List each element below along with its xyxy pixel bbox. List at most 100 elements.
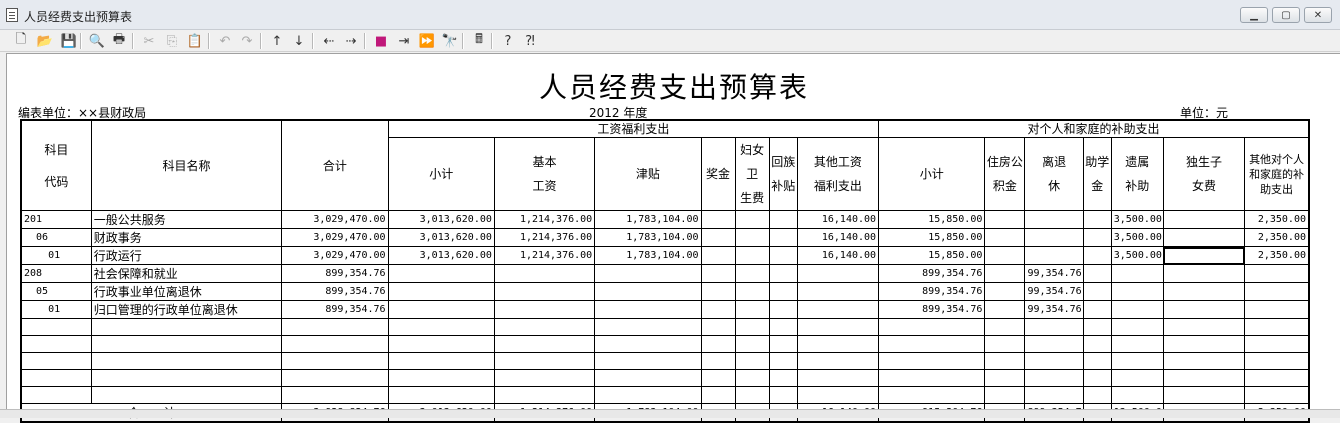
- cell-value[interactable]: [594, 282, 702, 301]
- cell-code[interactable]: 01: [20, 300, 92, 319]
- print-preview-icon[interactable]: 🔍: [88, 32, 106, 50]
- cell-value[interactable]: [700, 369, 736, 387]
- cell-value[interactable]: [768, 335, 798, 353]
- cell-value[interactable]: [1162, 335, 1246, 353]
- cell-value[interactable]: [984, 210, 1026, 229]
- cell-value[interactable]: [1162, 210, 1246, 229]
- cell-value[interactable]: [1162, 352, 1246, 370]
- cell-code[interactable]: 05: [20, 282, 92, 301]
- cell-value[interactable]: [1110, 352, 1164, 370]
- cell-value[interactable]: [1110, 264, 1164, 283]
- cell-value[interactable]: [700, 246, 736, 265]
- paste-icon[interactable]: 📋: [186, 32, 204, 50]
- cell-value[interactable]: [768, 210, 798, 229]
- cell-value[interactable]: [984, 352, 1026, 370]
- arrow-left-icon[interactable]: ⇠: [320, 32, 338, 50]
- cell-value[interactable]: [387, 335, 495, 353]
- cell-value[interactable]: 3,029,470.00: [281, 210, 389, 229]
- maximize-button[interactable]: ▢: [1272, 7, 1300, 23]
- cell-value[interactable]: 99,354.76: [1024, 264, 1084, 283]
- cell-value[interactable]: [984, 246, 1026, 265]
- arrow-down-icon[interactable]: ↓: [290, 32, 308, 50]
- cell-value[interactable]: [1024, 335, 1084, 353]
- cell-value[interactable]: 99,354.76: [1024, 300, 1084, 319]
- help-icon[interactable]: ?: [499, 32, 517, 50]
- cell-value[interactable]: 3,013,620.00: [387, 246, 495, 265]
- cell-value[interactable]: [734, 352, 770, 370]
- cell-name[interactable]: [90, 369, 283, 387]
- cell-value[interactable]: [796, 300, 880, 319]
- cell-value[interactable]: [1082, 300, 1112, 319]
- cell-value[interactable]: [493, 335, 596, 353]
- cell-value[interactable]: [734, 386, 770, 404]
- cell-value[interactable]: [493, 282, 596, 301]
- cell-value[interactable]: [1082, 352, 1112, 370]
- query-icon[interactable]: 🔭: [441, 32, 459, 50]
- cell-value[interactable]: 15,850.00: [878, 228, 986, 247]
- cell-value[interactable]: [1082, 335, 1112, 353]
- cell-value[interactable]: [984, 300, 1026, 319]
- cell-value[interactable]: 16,140.00: [796, 210, 880, 229]
- cell-value[interactable]: [878, 369, 986, 387]
- cell-value[interactable]: [1024, 318, 1084, 336]
- cell-value[interactable]: [1162, 369, 1246, 387]
- cell-value[interactable]: [1162, 246, 1246, 265]
- cell-value[interactable]: 899,354.76: [878, 264, 986, 283]
- cell-value[interactable]: [1082, 246, 1112, 265]
- print-icon[interactable]: 🖶: [110, 32, 128, 50]
- cell-value[interactable]: [734, 282, 770, 301]
- cell-value[interactable]: [387, 352, 495, 370]
- cell-value[interactable]: [796, 335, 880, 353]
- cell-value[interactable]: 15,850.00: [878, 210, 986, 229]
- cell-value[interactable]: [984, 264, 1026, 283]
- cell-name[interactable]: [90, 352, 283, 370]
- cell-value[interactable]: [796, 386, 880, 404]
- cell-value[interactable]: 1,783,104.00: [594, 246, 702, 265]
- cell-value[interactable]: [984, 282, 1026, 301]
- cell-value[interactable]: [700, 335, 736, 353]
- new-icon[interactable]: 🗋: [12, 32, 30, 50]
- cell-value[interactable]: [387, 282, 495, 301]
- cell-value[interactable]: 3,500.00: [1110, 210, 1164, 229]
- cell-value[interactable]: [1162, 386, 1246, 404]
- cell-value[interactable]: [594, 352, 702, 370]
- cell-value[interactable]: [768, 386, 798, 404]
- cell-value[interactable]: [1082, 228, 1112, 247]
- cell-value[interactable]: [768, 318, 798, 336]
- cell-value[interactable]: [1110, 369, 1164, 387]
- cell-value[interactable]: 899,354.76: [281, 282, 389, 301]
- cell-value[interactable]: [1024, 369, 1084, 387]
- arrow-up-icon[interactable]: ↑: [268, 32, 286, 50]
- cell-code[interactable]: [20, 318, 92, 336]
- cell-value[interactable]: [1244, 352, 1310, 370]
- cell-value[interactable]: [734, 210, 770, 229]
- step-icon[interactable]: ⇥: [395, 32, 413, 50]
- cut-icon[interactable]: ✂: [140, 32, 158, 50]
- cell-value[interactable]: 899,354.76: [878, 300, 986, 319]
- cell-value[interactable]: [594, 386, 702, 404]
- cell-value[interactable]: [768, 352, 798, 370]
- cell-value[interactable]: [1024, 352, 1084, 370]
- cell-name[interactable]: 财政事务: [90, 228, 283, 247]
- cell-code[interactable]: 06: [20, 228, 92, 247]
- cell-value[interactable]: [594, 264, 702, 283]
- cell-value[interactable]: [734, 335, 770, 353]
- cell-value[interactable]: [734, 369, 770, 387]
- calculator-icon[interactable]: 🖩: [470, 32, 488, 50]
- copy-icon[interactable]: ⎘: [163, 32, 181, 50]
- cell-value[interactable]: [1082, 282, 1112, 301]
- cell-value[interactable]: 1,783,104.00: [594, 228, 702, 247]
- cell-value[interactable]: [1162, 228, 1246, 247]
- cell-value[interactable]: 1,214,376.00: [493, 210, 596, 229]
- cell-value[interactable]: [796, 369, 880, 387]
- cell-value[interactable]: 899,354.76: [281, 264, 389, 283]
- cell-value[interactable]: [1244, 386, 1310, 404]
- cell-name[interactable]: 社会保障和就业: [90, 264, 283, 283]
- cell-value[interactable]: [796, 318, 880, 336]
- cell-value[interactable]: 3,500.00: [1110, 246, 1164, 265]
- cell-value[interactable]: [387, 264, 495, 283]
- cell-value[interactable]: [1244, 335, 1310, 353]
- cell-value[interactable]: [1162, 264, 1246, 283]
- cell-value[interactable]: [1110, 386, 1164, 404]
- cell-value[interactable]: [984, 228, 1026, 247]
